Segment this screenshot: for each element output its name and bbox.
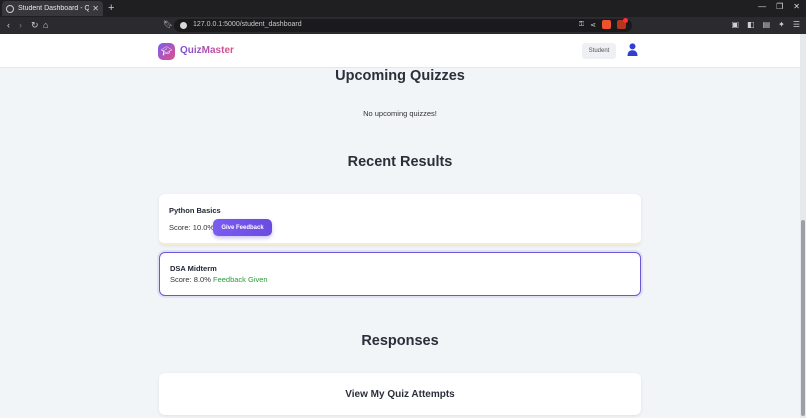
reload-icon[interactable]: ↻ <box>31 20 39 30</box>
site-info-icon[interactable] <box>180 22 187 29</box>
close-icon[interactable]: ✕ <box>92 4 99 13</box>
responses-title: Responses <box>361 333 439 349</box>
wallet-icon[interactable]: ▤ <box>763 20 771 29</box>
give-feedback-button[interactable]: Give Feedback <box>213 219 272 236</box>
back-icon[interactable]: ‹ <box>7 20 10 30</box>
url-text[interactable]: 127.0.0.1:5000/student_dashboard <box>193 21 302 28</box>
menu-icon[interactable]: ☰ <box>793 20 800 29</box>
screenshot-icon[interactable]: ▣ <box>731 20 739 29</box>
globe-icon <box>6 4 14 13</box>
browser-toolbar: ‹ › ↻ ⌂ 🔖︎ 127.0.0.1:5000/student_dashbo… <box>0 17 806 34</box>
graduation-cap-icon: 🎓︎ <box>160 46 173 56</box>
recent-results-title: Recent Results <box>347 154 453 170</box>
browser-tab[interactable]: Student Dashboard - Quiz ✕ <box>2 1 103 16</box>
tab-title: Student Dashboard - Quiz <box>18 5 90 12</box>
address-bar[interactable]: 127.0.0.1:5000/student_dashboard ⚿ ⋖ <box>174 18 632 32</box>
brand-name[interactable]: QuizMaster <box>180 45 234 56</box>
sidebar-icon[interactable]: ◧ <box>747 20 755 29</box>
close-window-icon[interactable]: ✕ <box>793 2 800 11</box>
page-content: 🎓︎ QuizMaster Student Upcoming Quizzes N… <box>0 34 800 418</box>
upcoming-empty-message: No upcoming quizzes! <box>363 109 437 118</box>
result-quiz-name: DSA Midterm <box>170 264 217 273</box>
address-bar-icons: ⚿ ⋖ <box>579 18 628 29</box>
role-badge: Student <box>582 43 616 59</box>
brave-shields-icon[interactable] <box>602 20 611 29</box>
key-icon[interactable]: ⚿ <box>579 21 584 29</box>
result-card: DSA Midterm Score: 8.0% Feedback Given <box>159 252 641 296</box>
restore-icon[interactable]: ❐ <box>776 2 783 11</box>
upcoming-quizzes-title: Upcoming Quizzes <box>335 68 465 84</box>
minimize-icon[interactable]: — <box>758 2 766 11</box>
bookmark-icon[interactable]: 🔖︎ <box>163 20 173 29</box>
result-quiz-name: Python Basics <box>169 206 221 215</box>
rewards-icon[interactable] <box>617 18 628 29</box>
home-icon[interactable]: ⌂ <box>43 20 48 30</box>
score-value: 10.0% <box>192 223 215 232</box>
score-label: Score: <box>170 275 192 284</box>
new-tab-icon[interactable]: + <box>108 1 114 15</box>
result-score: Score: 8.0% Feedback Given <box>170 275 268 284</box>
extensions-icon[interactable]: ✦ <box>778 20 785 29</box>
result-score: Score: 10.0% <box>169 223 214 232</box>
browser-right-tools: ▣ ◧ ▤ ✦ ☰ <box>731 20 800 29</box>
share-icon[interactable]: ⋖ <box>590 21 596 29</box>
score-label: Score: <box>169 223 191 232</box>
scrollbar-thumb[interactable] <box>801 220 805 416</box>
view-quiz-attempts-card[interactable]: View My Quiz Attempts <box>159 373 641 415</box>
window-controls: — ❐ ✕ <box>758 2 800 11</box>
result-card: Python Basics Score: 10.0% Give Feedback <box>159 194 641 245</box>
page-scrollbar[interactable] <box>800 34 806 418</box>
browser-tabbar: Student Dashboard - Quiz ✕ + — ❐ ✕ <box>0 0 806 17</box>
forward-icon[interactable]: › <box>19 20 22 30</box>
score-value: 8.0% <box>193 275 211 284</box>
user-icon[interactable] <box>627 43 638 56</box>
logo[interactable]: 🎓︎ <box>158 43 175 60</box>
feedback-given-status: Feedback Given <box>212 275 268 284</box>
app-navbar: 🎓︎ QuizMaster Student <box>0 34 800 68</box>
